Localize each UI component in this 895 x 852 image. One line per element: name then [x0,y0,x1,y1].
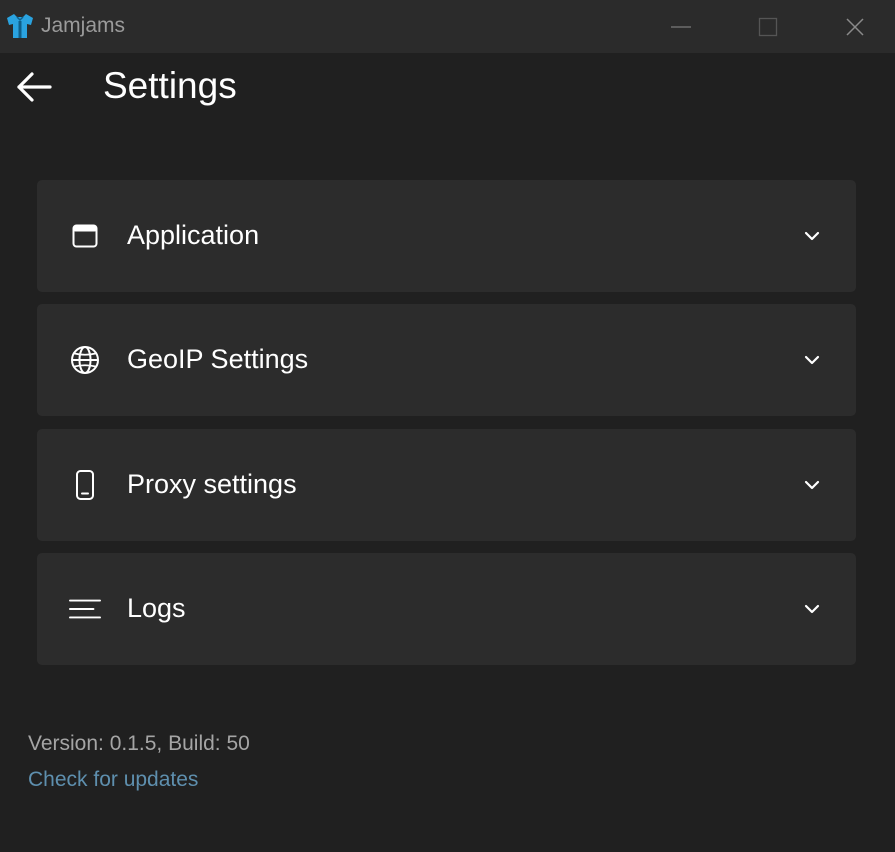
app-title: Jamjams [41,14,126,37]
section-label: Application [127,220,260,250]
lines-icon [69,599,101,619]
maximize-icon [758,17,778,36]
title-bar: Jamjams [0,0,895,53]
version-text: Version: 0.1.5, Build: 50 [28,732,250,755]
section-application[interactable]: Application [37,180,856,292]
globe-icon [71,346,99,374]
back-button[interactable] [12,66,56,108]
window-icon [72,224,98,248]
close-button[interactable] [811,0,895,53]
check-updates-link[interactable]: Check for updates [28,767,198,793]
minimize-icon [671,25,691,28]
phone-icon [76,470,94,500]
arrow-left-icon [17,72,52,102]
section-proxy-settings[interactable]: Proxy settings [37,429,856,541]
chevron-down-icon [804,604,820,614]
section-label: Proxy settings [127,469,297,499]
chevron-down-icon [804,231,820,241]
maximize-button[interactable] [724,0,812,53]
section-geoip-settings[interactable]: GeoIP Settings [37,304,856,416]
chevron-down-icon [804,480,820,490]
close-icon [846,17,864,36]
section-label: Logs [127,593,186,623]
app-window: Jamjams Settings Application GeoIP Setti… [0,0,895,852]
chevron-down-icon [804,355,820,365]
section-logs[interactable]: Logs [37,553,856,665]
minimize-button[interactable] [637,0,725,53]
shirt-logo-icon [7,14,33,38]
page-title: Settings [103,65,237,106]
section-label: GeoIP Settings [127,344,309,374]
